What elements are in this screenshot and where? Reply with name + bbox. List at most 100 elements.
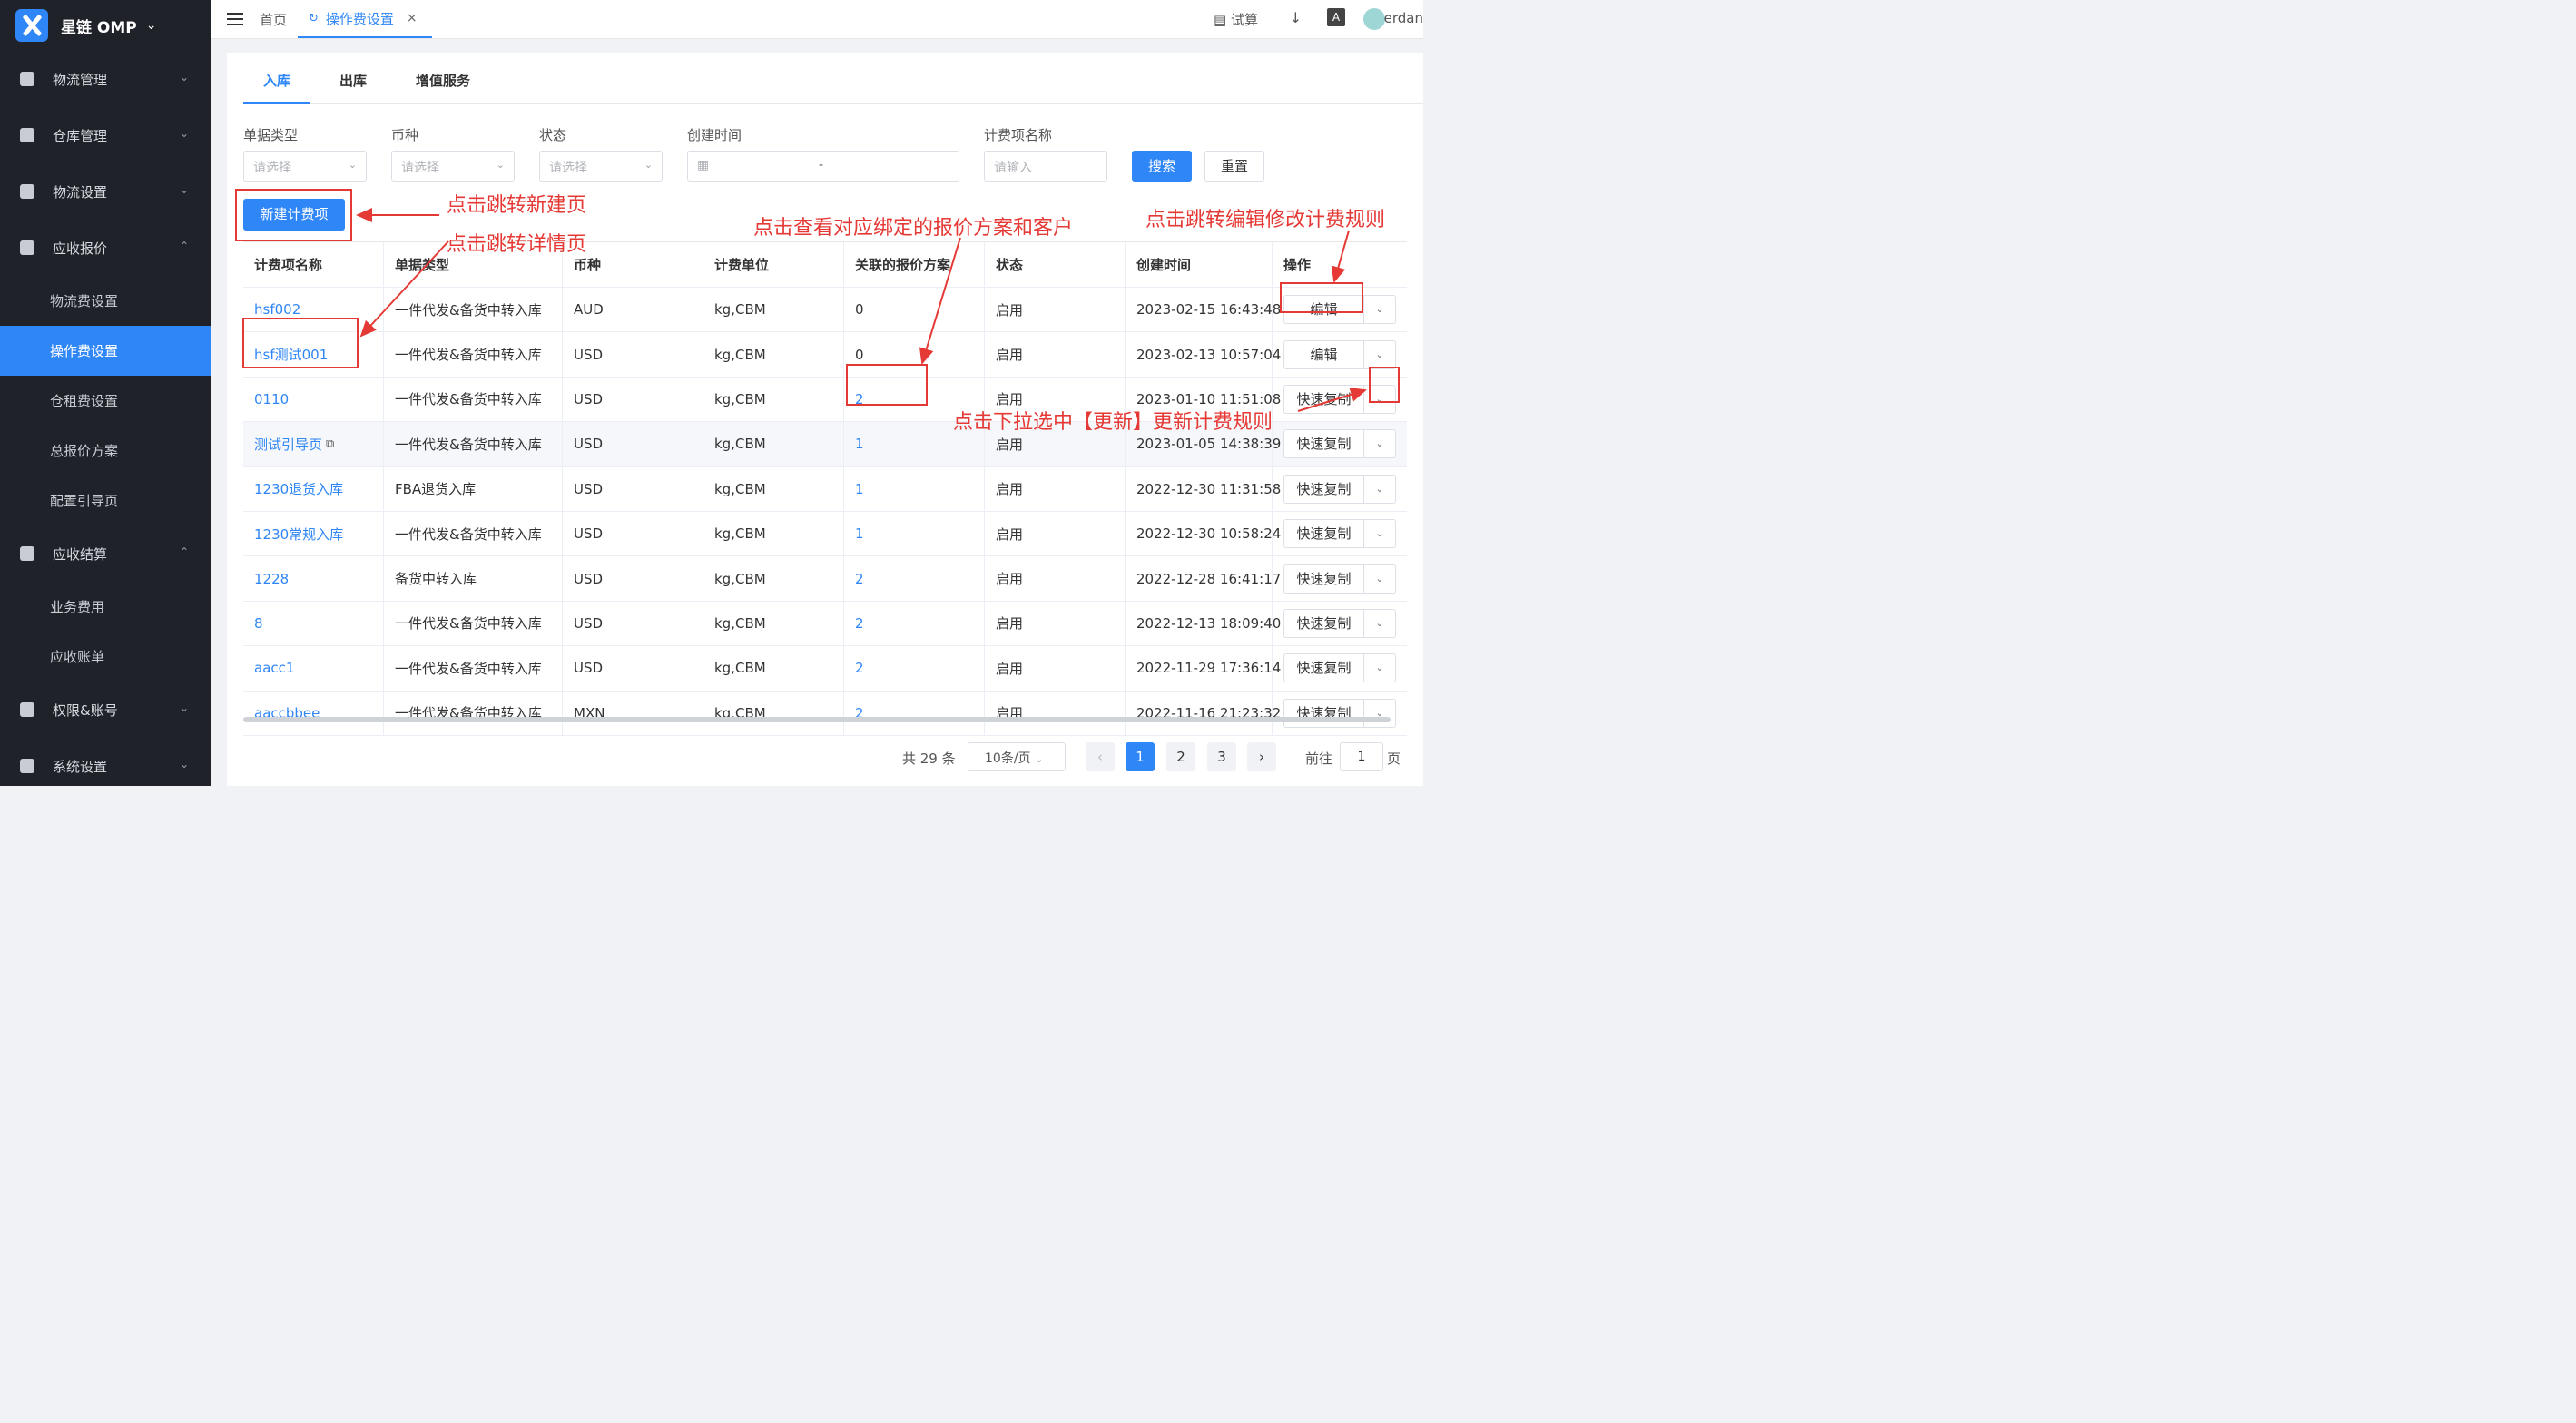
user-name[interactable]: erdan [1384, 10, 1423, 26]
status-cell: 启用 [985, 511, 1126, 556]
nav-group-permissions[interactable]: 权限&账号 ⌄ [0, 682, 211, 738]
quick-copy-button[interactable]: 快速复制 [1284, 476, 1363, 503]
status-select[interactable]: 请选择 ⌄ [539, 151, 663, 182]
chevron-down-icon[interactable]: ⌄ [1363, 296, 1395, 324]
plans-link[interactable]: 2 [844, 646, 985, 691]
nav-group-logistics[interactable]: 物流管理 ⌄ [0, 51, 211, 107]
table-row: aaccbbee 一件代发&备货中转入库 MXN kg,CBM 2 启用 202… [243, 691, 1407, 736]
quick-copy-button[interactable]: 快速复制 [1284, 654, 1363, 682]
nav-group-label: 仓库管理 [53, 127, 108, 144]
chevron-down-icon[interactable]: ⌄ [1363, 475, 1395, 503]
fee-name-link[interactable]: 测试引导页 ⧉ [243, 422, 384, 466]
goto-page-input[interactable]: 1 [1340, 742, 1383, 771]
chevron-down-icon: ⌄ [179, 758, 189, 770]
quick-copy-button[interactable]: 快速复制 [1284, 386, 1363, 413]
page-3-button[interactable]: 3 [1207, 742, 1236, 771]
fee-name-input[interactable]: 请输入 [984, 151, 1107, 182]
menu-toggle-icon[interactable] [227, 13, 243, 25]
nav-group-receivable-quote[interactable]: 应收报价 ⌃ [0, 220, 211, 276]
fee-name-link[interactable]: 1230常规入库 [243, 511, 384, 556]
quick-copy-button[interactable]: 快速复制 [1284, 610, 1363, 637]
edit-button[interactable]: 编辑 [1284, 341, 1363, 368]
chevron-down-icon: ⌄ [179, 71, 189, 83]
action-split-button: 快速复制 ⌄ [1283, 608, 1396, 638]
sidebar-item-guide-page[interactable]: 配置引导页 [0, 476, 211, 525]
created-date-range[interactable]: ▦ - [687, 151, 959, 182]
action-cell: 快速复制 ⌄ [1273, 467, 1407, 511]
fee-name-link[interactable]: aacc1 [243, 646, 384, 691]
translate-icon[interactable]: A [1327, 8, 1345, 26]
page-size-select[interactable]: 10条/页 ⌄ [968, 742, 1066, 771]
tab-value-added[interactable]: 增值服务 [416, 71, 470, 90]
quick-copy-button[interactable]: 快速复制 [1284, 565, 1363, 593]
tab-operation-fee[interactable]: ↻ 操作费设置 × [298, 0, 432, 38]
close-icon[interactable]: × [407, 11, 418, 25]
horizontal-scrollbar[interactable] [243, 717, 1391, 722]
chevron-down-icon[interactable]: ⌄ [1363, 609, 1395, 637]
refresh-icon[interactable]: ↻ [309, 12, 319, 25]
page-2-button[interactable]: 2 [1166, 742, 1195, 771]
chevron-down-icon: ⌄ [1034, 753, 1044, 765]
annotation-edit-rule: 点击跳转编辑修改计费规则 [1145, 209, 1386, 231]
sidebar-item-business-fee[interactable]: 业务费用 [0, 582, 211, 632]
quick-copy-button[interactable]: 快速复制 [1284, 700, 1363, 727]
chevron-down-icon: ⌄ [179, 702, 189, 714]
fee-name-link[interactable]: 1230退货入库 [243, 466, 384, 511]
doc-type-cell: 备货中转入库 [384, 556, 563, 601]
plans-link[interactable]: 2 [844, 556, 985, 601]
nav-group-system-settings[interactable]: 系统设置 ⌄ [0, 738, 211, 794]
tab-outbound[interactable]: 出库 [339, 71, 367, 90]
fee-name-link[interactable]: 1228 [243, 556, 384, 601]
chevron-down-icon[interactable]: ⌄ [1363, 654, 1395, 682]
quick-copy-button[interactable]: 快速复制 [1284, 520, 1363, 547]
annotation-new-page: 点击跳转新建页 [447, 194, 587, 217]
chevron-down-icon: ⌄ [644, 159, 653, 171]
search-button[interactable]: 搜索 [1132, 151, 1192, 182]
nav-group-label: 应收报价 [53, 240, 108, 257]
sidebar-item-total-quote[interactable]: 总报价方案 [0, 426, 211, 476]
page-1-button[interactable]: 1 [1126, 742, 1155, 771]
prev-page-button[interactable]: ‹ [1086, 742, 1115, 771]
chevron-down-icon[interactable]: ⌄ [1363, 520, 1395, 548]
plans-link[interactable]: 1 [844, 511, 985, 556]
chevron-down-icon[interactable]: ⌄ [1363, 430, 1395, 458]
reset-button[interactable]: 重置 [1204, 151, 1264, 182]
action-split-button: 快速复制 ⌄ [1283, 474, 1396, 504]
fee-name-link[interactable]: 8 [243, 601, 384, 646]
nav-group-label: 系统设置 [53, 758, 108, 775]
tab-home[interactable]: 首页 [260, 10, 287, 29]
chevron-down-icon[interactable]: ⌄ [1363, 699, 1395, 727]
status-cell: 启用 [985, 288, 1126, 332]
currency-select[interactable]: 请选择 ⌄ [391, 151, 515, 182]
doc-type-cell: 一件代发&备货中转入库 [384, 646, 563, 691]
fee-name-link[interactable]: aaccbbee [243, 691, 384, 735]
chevron-down-icon[interactable]: ⌄ [1363, 340, 1395, 368]
tab-bar: 入库 出库 增值服务 [243, 53, 1423, 104]
download-icon[interactable]: ↓ [1290, 9, 1302, 26]
tab-inbound[interactable]: 入库 [263, 71, 290, 90]
sidebar-item-operation-fee[interactable]: 操作费设置 [0, 326, 211, 376]
copy-icon[interactable]: ⧉ [326, 437, 334, 451]
sidebar-item-logistics-fee[interactable]: 物流费设置 [0, 276, 211, 326]
nav-group-logistics-settings[interactable]: 物流设置 ⌄ [0, 163, 211, 220]
plans-link[interactable]: 2 [844, 691, 985, 735]
plans-link[interactable]: 1 [844, 466, 985, 511]
nav-group-settlement[interactable]: 应收结算 ⌃ [0, 525, 211, 582]
select-placeholder: 请选择 [253, 161, 291, 175]
chevron-down-icon[interactable]: ⌄ [1363, 564, 1395, 593]
doc-type-select[interactable]: 请选择 ⌄ [243, 151, 367, 182]
header-created: 创建时间 [1126, 242, 1273, 287]
brand-header[interactable]: 星链 OMP ⌄ [0, 0, 211, 51]
created-cell: 2022-12-30 11:31:58 [1126, 466, 1281, 511]
avatar[interactable] [1363, 8, 1385, 30]
plans-link[interactable]: 2 [844, 601, 985, 646]
next-page-button[interactable]: › [1247, 742, 1276, 771]
fee-name-link[interactable]: 0110 [243, 377, 384, 422]
doc-type-cell: 一件代发&备货中转入库 [384, 332, 563, 377]
quick-copy-button[interactable]: 快速复制 [1284, 430, 1363, 457]
sidebar-item-receivable-bill[interactable]: 应收账单 [0, 632, 211, 682]
nav-group-warehouse[interactable]: 仓库管理 ⌄ [0, 107, 211, 163]
calculator-button[interactable]: ▤ 试算 [1214, 10, 1258, 29]
unit-cell: kg,CBM [703, 288, 844, 332]
sidebar-item-storage-fee[interactable]: 仓租费设置 [0, 376, 211, 426]
